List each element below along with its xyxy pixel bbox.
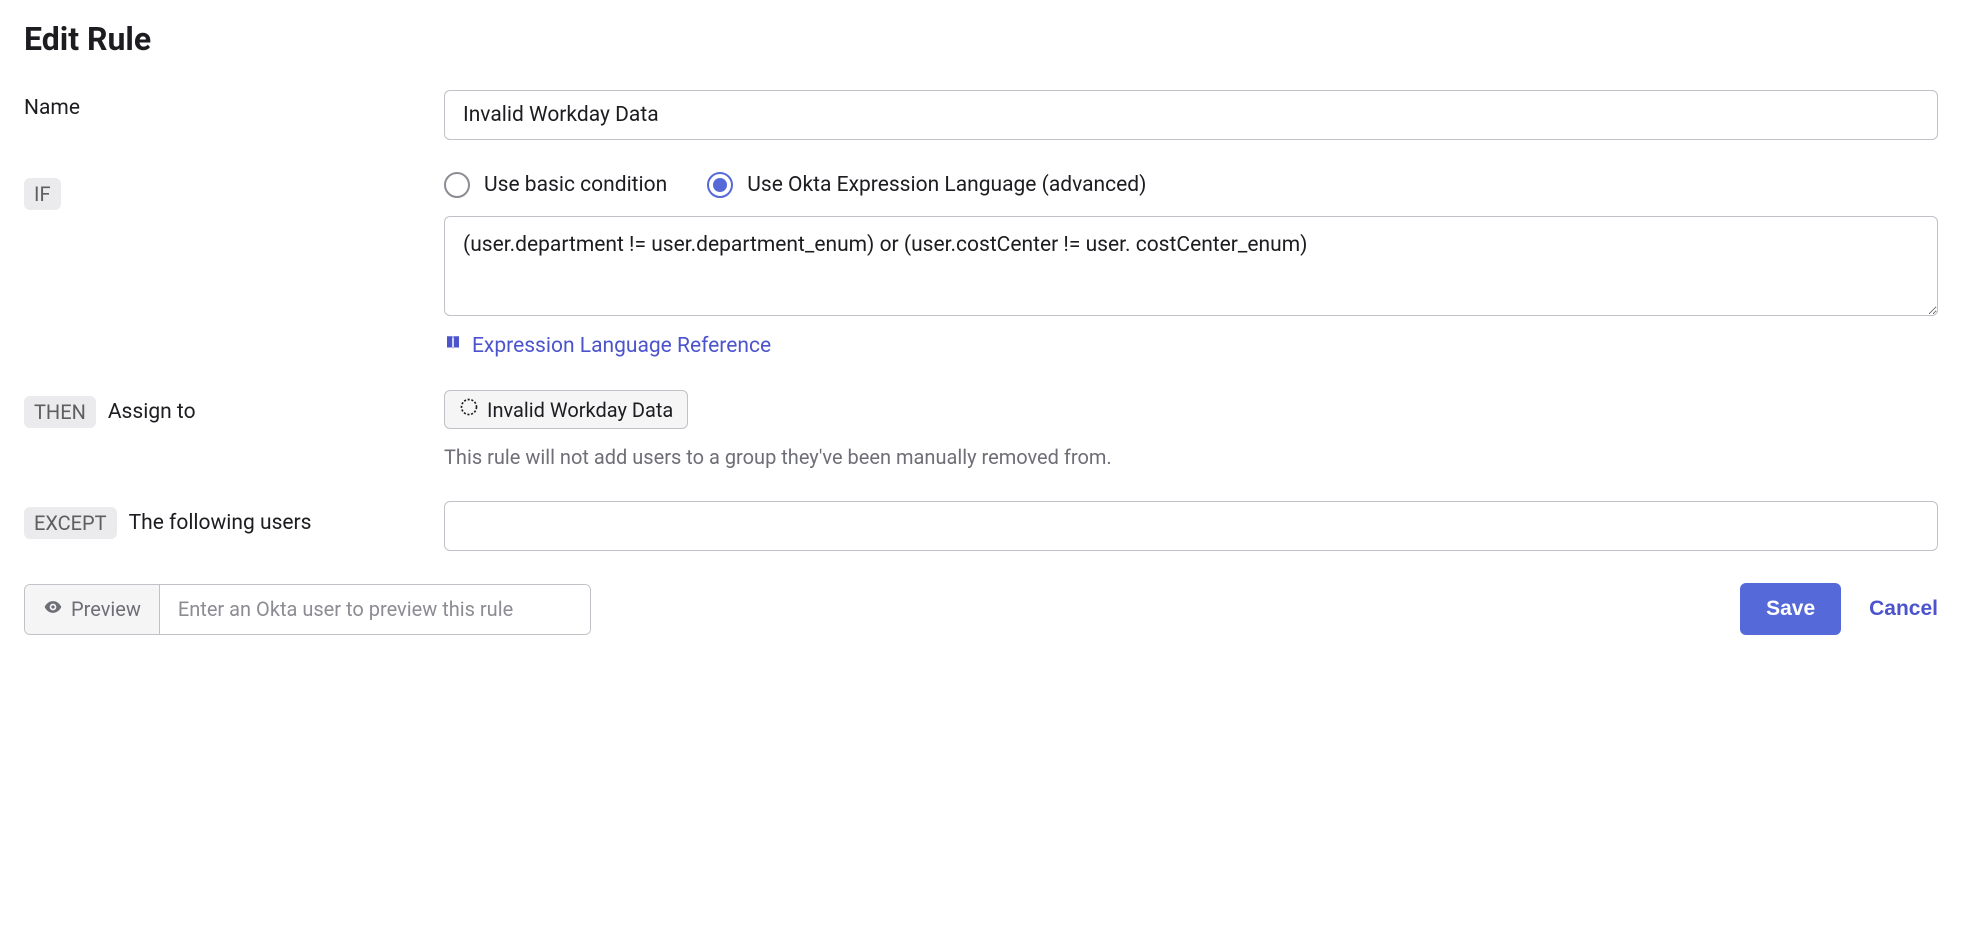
- cancel-button[interactable]: Cancel: [1869, 597, 1938, 621]
- expression-input[interactable]: (user.department != user.department_enum…: [444, 216, 1938, 316]
- except-label: The following users: [129, 511, 312, 535]
- condition-radio-group: Use basic condition Use Okta Expression …: [444, 172, 1938, 198]
- then-row: THEN Assign to Invalid Workday Data This…: [24, 390, 1938, 469]
- preview-label-text: Preview: [71, 597, 141, 621]
- except-badge: EXCEPT: [24, 507, 117, 539]
- page-title: Edit Rule: [24, 20, 1938, 58]
- then-label: Assign to: [108, 400, 196, 424]
- except-users-input[interactable]: [444, 501, 1938, 551]
- preview-user-input[interactable]: [160, 585, 590, 634]
- save-button[interactable]: Save: [1740, 583, 1841, 635]
- radio-advanced-condition[interactable]: Use Okta Expression Language (advanced): [707, 172, 1146, 198]
- book-icon: [444, 334, 462, 358]
- group-icon: [459, 397, 479, 422]
- assigned-group-chip[interactable]: Invalid Workday Data: [444, 390, 688, 429]
- radio-icon: [444, 172, 470, 198]
- then-help-text: This rule will not add users to a group …: [444, 445, 1938, 469]
- radio-icon-selected: [707, 172, 733, 198]
- radio-basic-condition[interactable]: Use basic condition: [444, 172, 667, 198]
- name-label: Name: [24, 96, 80, 120]
- name-input[interactable]: [444, 90, 1938, 140]
- expression-reference-link[interactable]: Expression Language Reference: [472, 334, 771, 358]
- radio-advanced-label: Use Okta Expression Language (advanced): [747, 173, 1146, 197]
- name-row: Name: [24, 90, 1938, 140]
- preview-group: Preview: [24, 584, 591, 635]
- assigned-group-name: Invalid Workday Data: [487, 398, 673, 422]
- radio-basic-label: Use basic condition: [484, 173, 667, 197]
- if-row: IF Use basic condition Use Okta Expressi…: [24, 172, 1938, 358]
- if-badge: IF: [24, 178, 61, 210]
- preview-label-box: Preview: [25, 585, 160, 634]
- then-badge: THEN: [24, 396, 96, 428]
- footer-row: Preview Save Cancel: [24, 583, 1938, 635]
- except-row: EXCEPT The following users: [24, 501, 1938, 551]
- eye-icon: [43, 597, 63, 622]
- action-buttons: Save Cancel: [1740, 583, 1938, 635]
